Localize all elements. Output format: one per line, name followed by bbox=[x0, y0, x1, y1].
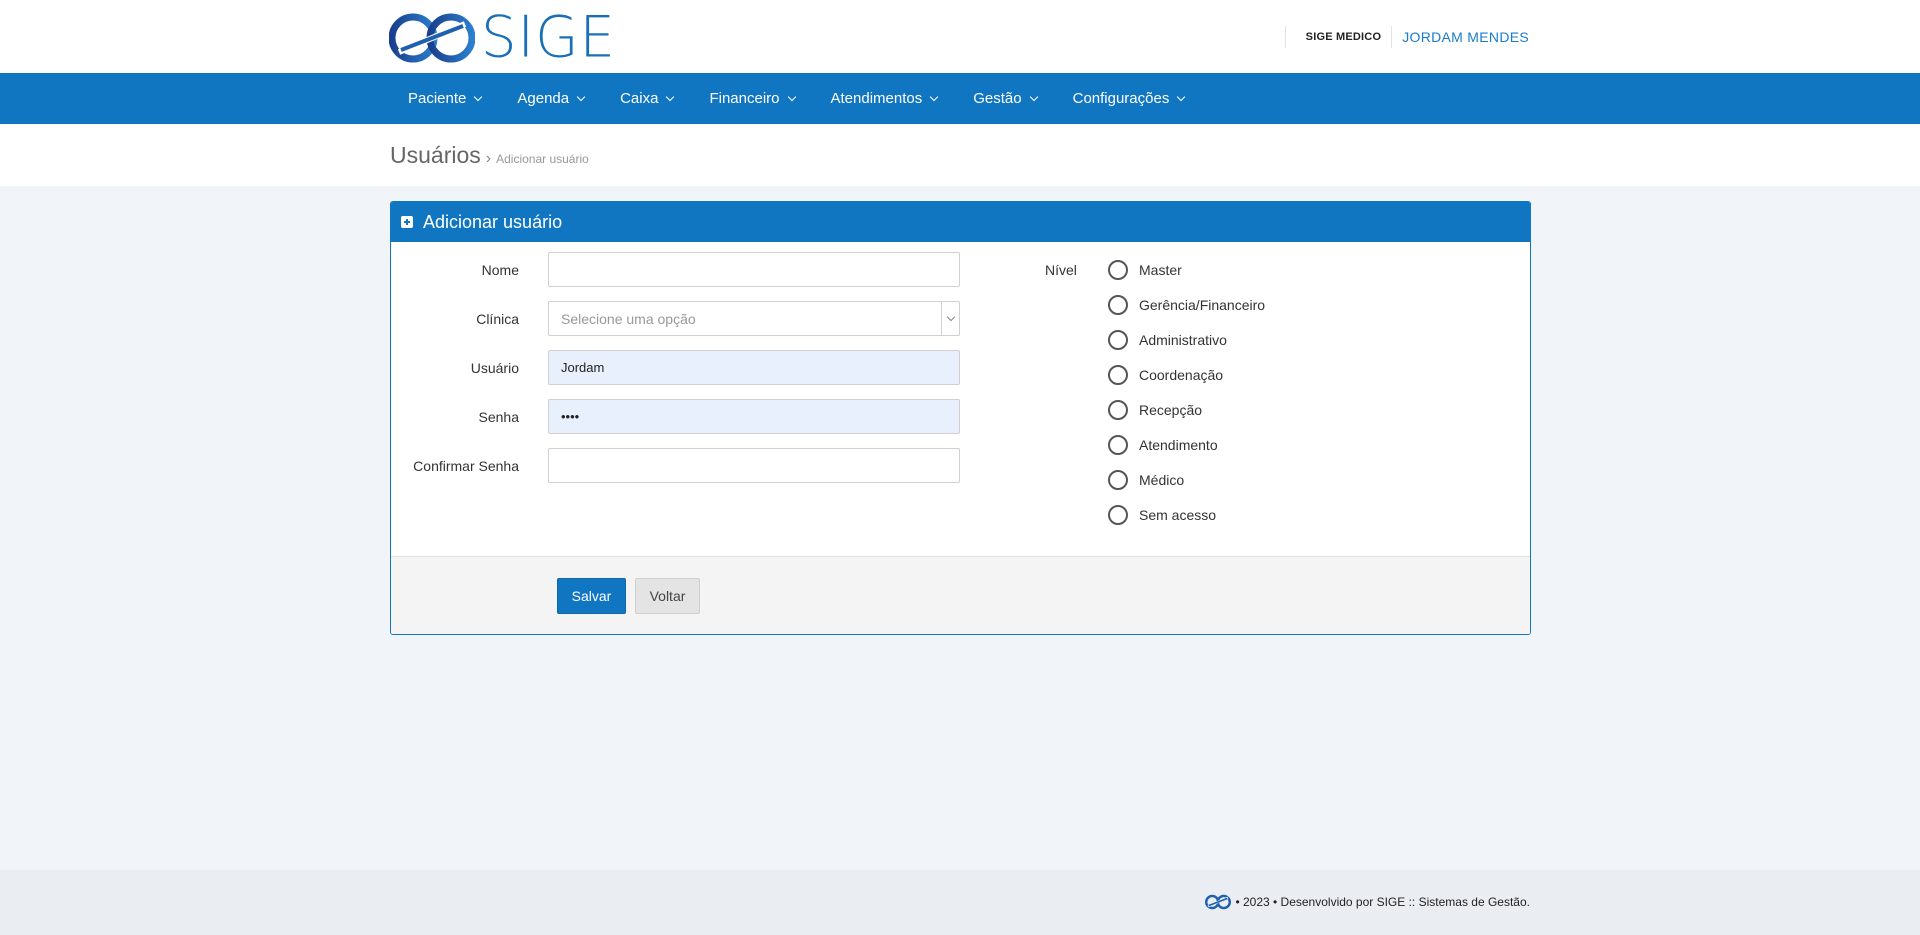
senha-input[interactable]: •••• bbox=[548, 399, 960, 434]
nav-item-configuracoes[interactable]: Configurações bbox=[1055, 73, 1203, 124]
logo-text: SIGE bbox=[481, 4, 616, 71]
nav-item-label: Paciente bbox=[408, 90, 467, 107]
chevron-down-icon bbox=[929, 92, 939, 101]
plus-square-icon bbox=[401, 216, 413, 228]
panel-header: Adicionar usuário bbox=[391, 202, 1530, 242]
top-right-menu: SIGE MEDICO JORDAM MENDES bbox=[1284, 26, 1529, 48]
nivel-label: Nível bbox=[1045, 262, 1077, 278]
usuario-input[interactable]: Jordam bbox=[548, 350, 960, 385]
breadcrumb-bar: Usuários › Adicionar usuário bbox=[0, 124, 1920, 186]
breadcrumb: Usuários › Adicionar usuário bbox=[390, 142, 589, 169]
radio-sem-acesso[interactable]: Sem acesso bbox=[1108, 497, 1265, 532]
radio-circle[interactable] bbox=[1108, 434, 1128, 455]
radio-medico[interactable]: Médico bbox=[1108, 462, 1265, 497]
infinity-logo-icon bbox=[1205, 894, 1232, 910]
back-button[interactable]: Voltar bbox=[635, 578, 700, 614]
nivel-radio-group: Master Gerência/Financeiro Administrativ… bbox=[1108, 252, 1265, 532]
form-row-clinica: Clínica Selecione uma opção bbox=[391, 301, 960, 336]
radio-label: Sem acesso bbox=[1139, 506, 1217, 523]
nav-item-agenda[interactable]: Agenda bbox=[499, 73, 602, 124]
footer-credits: • 2023 • Desenvolvido por SIGE :: Sistem… bbox=[1205, 894, 1530, 910]
radio-label: Master bbox=[1139, 261, 1182, 278]
nav-item-label: Atendimentos bbox=[830, 90, 923, 107]
footer-text: • 2023 • Desenvolvido por SIGE :: Sistem… bbox=[1235, 895, 1530, 909]
nome-input[interactable] bbox=[548, 252, 960, 287]
radio-label: Atendimento bbox=[1139, 436, 1218, 453]
radio-circle[interactable] bbox=[1108, 259, 1128, 280]
nav-item-label: Financeiro bbox=[709, 90, 780, 107]
page-title[interactable]: Usuários bbox=[390, 142, 481, 169]
sige-logo[interactable]: SIGE bbox=[389, 4, 616, 71]
nav-item-gestao[interactable]: Gestão bbox=[955, 73, 1054, 124]
main-nav: Paciente Agenda Caixa Financeiro Atendim… bbox=[0, 73, 1920, 124]
radio-label: Recepção bbox=[1139, 401, 1203, 418]
save-button[interactable]: Salvar bbox=[557, 578, 626, 614]
usuario-label: Usuário bbox=[470, 359, 519, 376]
nav-item-paciente[interactable]: Paciente bbox=[390, 73, 499, 124]
chevron-down-icon bbox=[787, 92, 796, 101]
nav-item-caixa[interactable]: Caixa bbox=[602, 73, 691, 124]
radio-coordenacao[interactable]: Coordenação bbox=[1108, 357, 1265, 392]
chevron-down-icon bbox=[666, 92, 675, 101]
nav-item-label: Caixa bbox=[620, 90, 659, 107]
radio-gerencia-financeiro[interactable]: Gerência/Financeiro bbox=[1108, 287, 1265, 322]
panel-title: Adicionar usuário bbox=[423, 211, 563, 232]
nav-item-atendimentos[interactable]: Atendimentos bbox=[813, 73, 956, 124]
chevron-down-icon bbox=[474, 92, 483, 101]
form-row-senha: Senha •••• bbox=[391, 399, 960, 434]
page-footer: • 2023 • Desenvolvido por SIGE :: Sistem… bbox=[0, 870, 1920, 935]
chevron-down-icon bbox=[576, 92, 586, 101]
radio-label: Administrativo bbox=[1139, 331, 1227, 348]
form-row-usuario: Usuário Jordam bbox=[391, 350, 960, 385]
chevron-down-icon bbox=[946, 312, 955, 321]
user-menu-link[interactable]: JORDAM MENDES bbox=[1392, 29, 1529, 45]
radio-label: Coordenação bbox=[1139, 366, 1224, 383]
radio-circle[interactable] bbox=[1108, 329, 1128, 350]
nome-label: Nome bbox=[481, 261, 519, 278]
nav-item-label: Configurações bbox=[1072, 90, 1170, 107]
radio-master[interactable]: Master bbox=[1108, 252, 1265, 287]
radio-atendimento[interactable]: Atendimento bbox=[1108, 427, 1265, 462]
radio-circle[interactable] bbox=[1108, 399, 1128, 420]
clinica-placeholder: Selecione uma opção bbox=[561, 310, 696, 327]
radio-administrativo[interactable]: Administrativo bbox=[1108, 322, 1265, 357]
infinity-logo-icon bbox=[389, 13, 475, 63]
nav-item-financeiro[interactable]: Financeiro bbox=[691, 73, 812, 124]
radio-circle[interactable] bbox=[1108, 469, 1128, 490]
radio-circle[interactable] bbox=[1108, 294, 1128, 315]
nav-item-label: Gestão bbox=[973, 90, 1022, 107]
radio-recepcao[interactable]: Recepção bbox=[1108, 392, 1265, 427]
breadcrumb-separator: › bbox=[485, 150, 492, 167]
form-row-confirmar-senha: Confirmar Senha bbox=[391, 448, 960, 483]
top-header: SIGE SIGE MEDICO JORDAM MENDES bbox=[0, 0, 1920, 73]
clinica-select[interactable]: Selecione uma opção bbox=[548, 301, 960, 336]
confirmar-senha-label: Confirmar Senha bbox=[413, 457, 519, 474]
radio-circle[interactable] bbox=[1108, 364, 1128, 385]
radio-label: Gerência/Financeiro bbox=[1139, 296, 1266, 313]
chevron-down-icon bbox=[1029, 92, 1038, 101]
confirmar-senha-input[interactable] bbox=[548, 448, 960, 483]
radio-label: Médico bbox=[1139, 471, 1185, 488]
nav-item-label: Agenda bbox=[517, 90, 570, 107]
panel-footer: Salvar Voltar bbox=[391, 556, 1530, 634]
breadcrumb-current: Adicionar usuário bbox=[496, 152, 589, 166]
select-arrow[interactable] bbox=[941, 302, 959, 335]
add-user-panel: Adicionar usuário Nome Clínica Selecione… bbox=[390, 201, 1531, 635]
senha-label: Senha bbox=[478, 408, 519, 425]
form-row-nome: Nome bbox=[391, 252, 960, 287]
clinica-label: Clínica bbox=[476, 310, 519, 327]
radio-circle[interactable] bbox=[1108, 504, 1128, 525]
app-label[interactable]: SIGE MEDICO bbox=[1286, 31, 1392, 43]
chevron-down-icon bbox=[1177, 92, 1186, 101]
